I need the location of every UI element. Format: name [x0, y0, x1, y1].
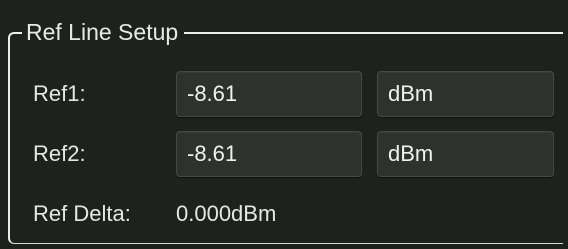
ref1-unit-select[interactable]: dBm — [377, 71, 554, 117]
ref2-value-input[interactable]: -8.61 — [176, 131, 362, 177]
ref-delta-label: Ref Delta: — [33, 201, 131, 226]
ref1-label: Ref1: — [33, 81, 86, 106]
ref2-label: Ref2: — [33, 141, 86, 166]
group-title: Ref Line Setup — [22, 18, 185, 46]
ref2-unit-select[interactable]: dBm — [377, 131, 554, 177]
ref-delta-value: 0.000dBm — [176, 201, 277, 226]
ref1-value-input[interactable]: -8.61 — [176, 71, 362, 117]
